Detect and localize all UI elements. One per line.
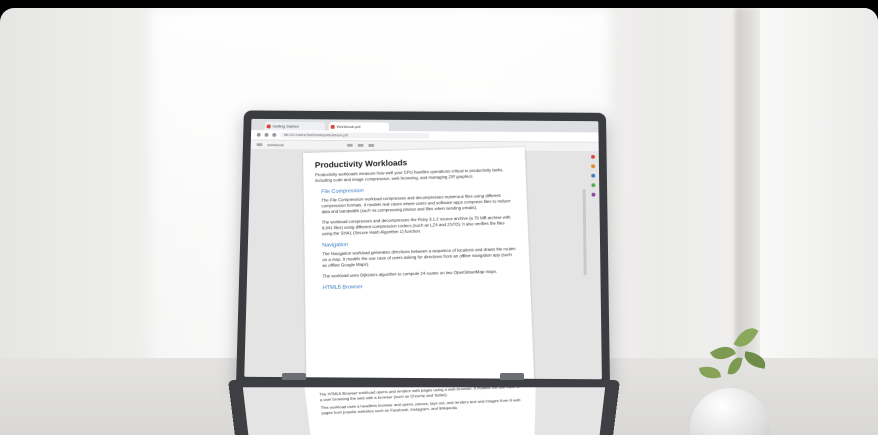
tab-workbook[interactable]: Workbook.pdf [328, 122, 389, 132]
tool-icon[interactable] [591, 154, 595, 159]
laptop-bottom-screen: The HTML5 Browser workload opens and ren… [228, 380, 620, 435]
side-toolbar [589, 151, 597, 197]
pdf-viewer: Productivity Workloads Productivity work… [244, 146, 602, 380]
tool-icon[interactable] [591, 183, 596, 188]
favicon-icon [266, 124, 271, 128]
menu-icon[interactable] [256, 143, 263, 147]
tab-getting-started[interactable]: Getting Started [264, 121, 326, 131]
tool-icon[interactable] [591, 173, 596, 178]
tool-icon[interactable] [591, 192, 596, 197]
pdf-page: Productivity Workloads Productivity work… [303, 146, 535, 380]
section-heading: HTML5 Browser [322, 284, 363, 292]
section-paragraph: The File Compression workload compresses… [321, 193, 511, 215]
document-name: workbook [267, 142, 284, 148]
zoom-out-icon[interactable] [347, 143, 353, 147]
section-paragraph: The workload compresses and decompresses… [321, 214, 511, 237]
pdf-page-continued: The HTML5 Browser workload opens and ren… [304, 387, 536, 435]
second-display: The HTML5 Browser workload opens and ren… [242, 387, 606, 435]
section-paragraph: The workload uses Dijkstra's algorithm t… [322, 268, 498, 279]
scrollbar[interactable] [582, 188, 587, 276]
zoom-in-icon[interactable] [357, 143, 364, 147]
page-view-icon[interactable] [368, 144, 375, 147]
url-input[interactable]: file:///C:/Users/Test/Desktop/Workbook.p… [280, 132, 430, 139]
back-icon[interactable] [256, 132, 261, 137]
tool-icon[interactable] [591, 164, 596, 169]
forward-icon[interactable] [264, 132, 269, 137]
intro-paragraph: Productivity workloads measure how well … [315, 167, 504, 183]
laptop-top-screen: Getting Started Workbook.pdf file:///C:/… [236, 110, 611, 388]
section-paragraph: The Navigation workload generates direct… [322, 246, 516, 268]
pdf-favicon-icon [330, 124, 335, 129]
browser-window: Getting Started Workbook.pdf file:///C:/… [244, 118, 602, 380]
photo-scene: Getting Started Workbook.pdf file:///C:/… [0, 8, 878, 435]
refresh-icon[interactable] [272, 133, 277, 137]
